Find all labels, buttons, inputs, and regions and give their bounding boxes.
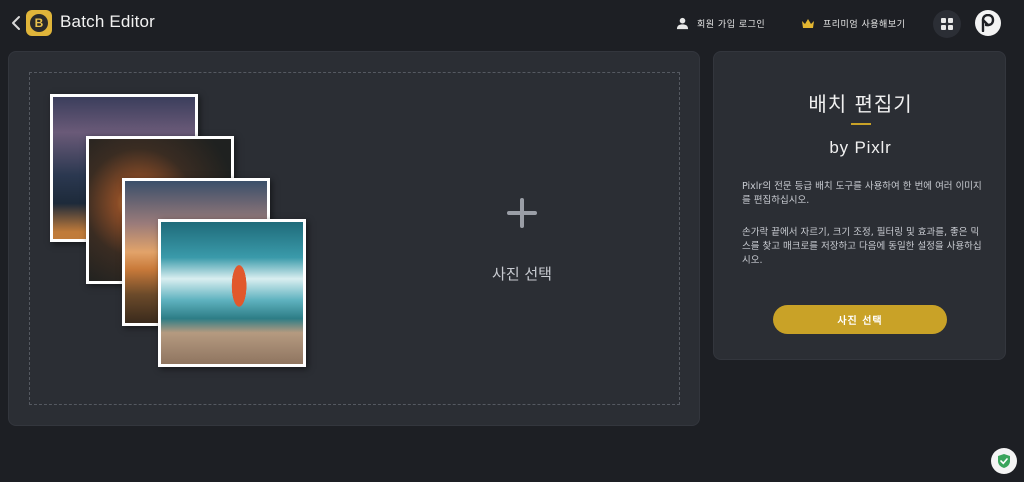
shield-icon (998, 454, 1010, 468)
sample-photo-beach (158, 219, 306, 367)
pixlr-account-button[interactable] (975, 10, 1001, 36)
grid-icon (941, 18, 953, 30)
select-photo-button[interactable]: 사진 선택 (773, 305, 947, 334)
info-panel: 배치 편집기 by Pixlr Pixlr의 전문 등급 배치 도구를 사용하여… (713, 51, 1006, 360)
premium-link[interactable]: 프리미엄 사용해보기 (801, 14, 905, 32)
premium-label: 프리미엄 사용해보기 (823, 19, 906, 30)
info-description-2: 손가락 끝에서 자르기, 크기 조정, 필터링 및 효과를, 좋은 믹스를 찾고… (742, 227, 982, 266)
login-label: 회원 가입 로그인 (697, 19, 766, 30)
logo-letter: B (30, 14, 48, 32)
apps-grid-button[interactable] (933, 10, 961, 38)
app-title: Batch Editor (60, 12, 156, 31)
header: B Batch Editor 회원 가입 로그인 프리미엄 사용해보기 (0, 0, 1024, 46)
info-byline: by Pixlr (829, 138, 892, 157)
add-photo-plus-icon[interactable] (507, 198, 537, 228)
upload-panel: 사진 선택 (8, 51, 700, 426)
user-icon (676, 17, 689, 29)
info-description-1: Pixlr의 전문 등급 배치 도구를 사용하여 한 번에 여러 이미지를 편집… (742, 181, 982, 206)
select-photo-label[interactable]: 사진 선택 (462, 263, 582, 284)
info-title: 배치 편집기 (808, 92, 913, 116)
title-accent-divider (851, 123, 871, 125)
back-chevron-icon[interactable] (8, 13, 24, 33)
app-logo: B (26, 10, 52, 36)
photo-dropzone[interactable]: 사진 선택 (29, 72, 680, 405)
security-shield-badge[interactable] (991, 448, 1017, 474)
login-link[interactable]: 회원 가입 로그인 (676, 14, 765, 32)
crown-icon (802, 18, 814, 28)
pixlr-logo-icon (981, 14, 995, 32)
